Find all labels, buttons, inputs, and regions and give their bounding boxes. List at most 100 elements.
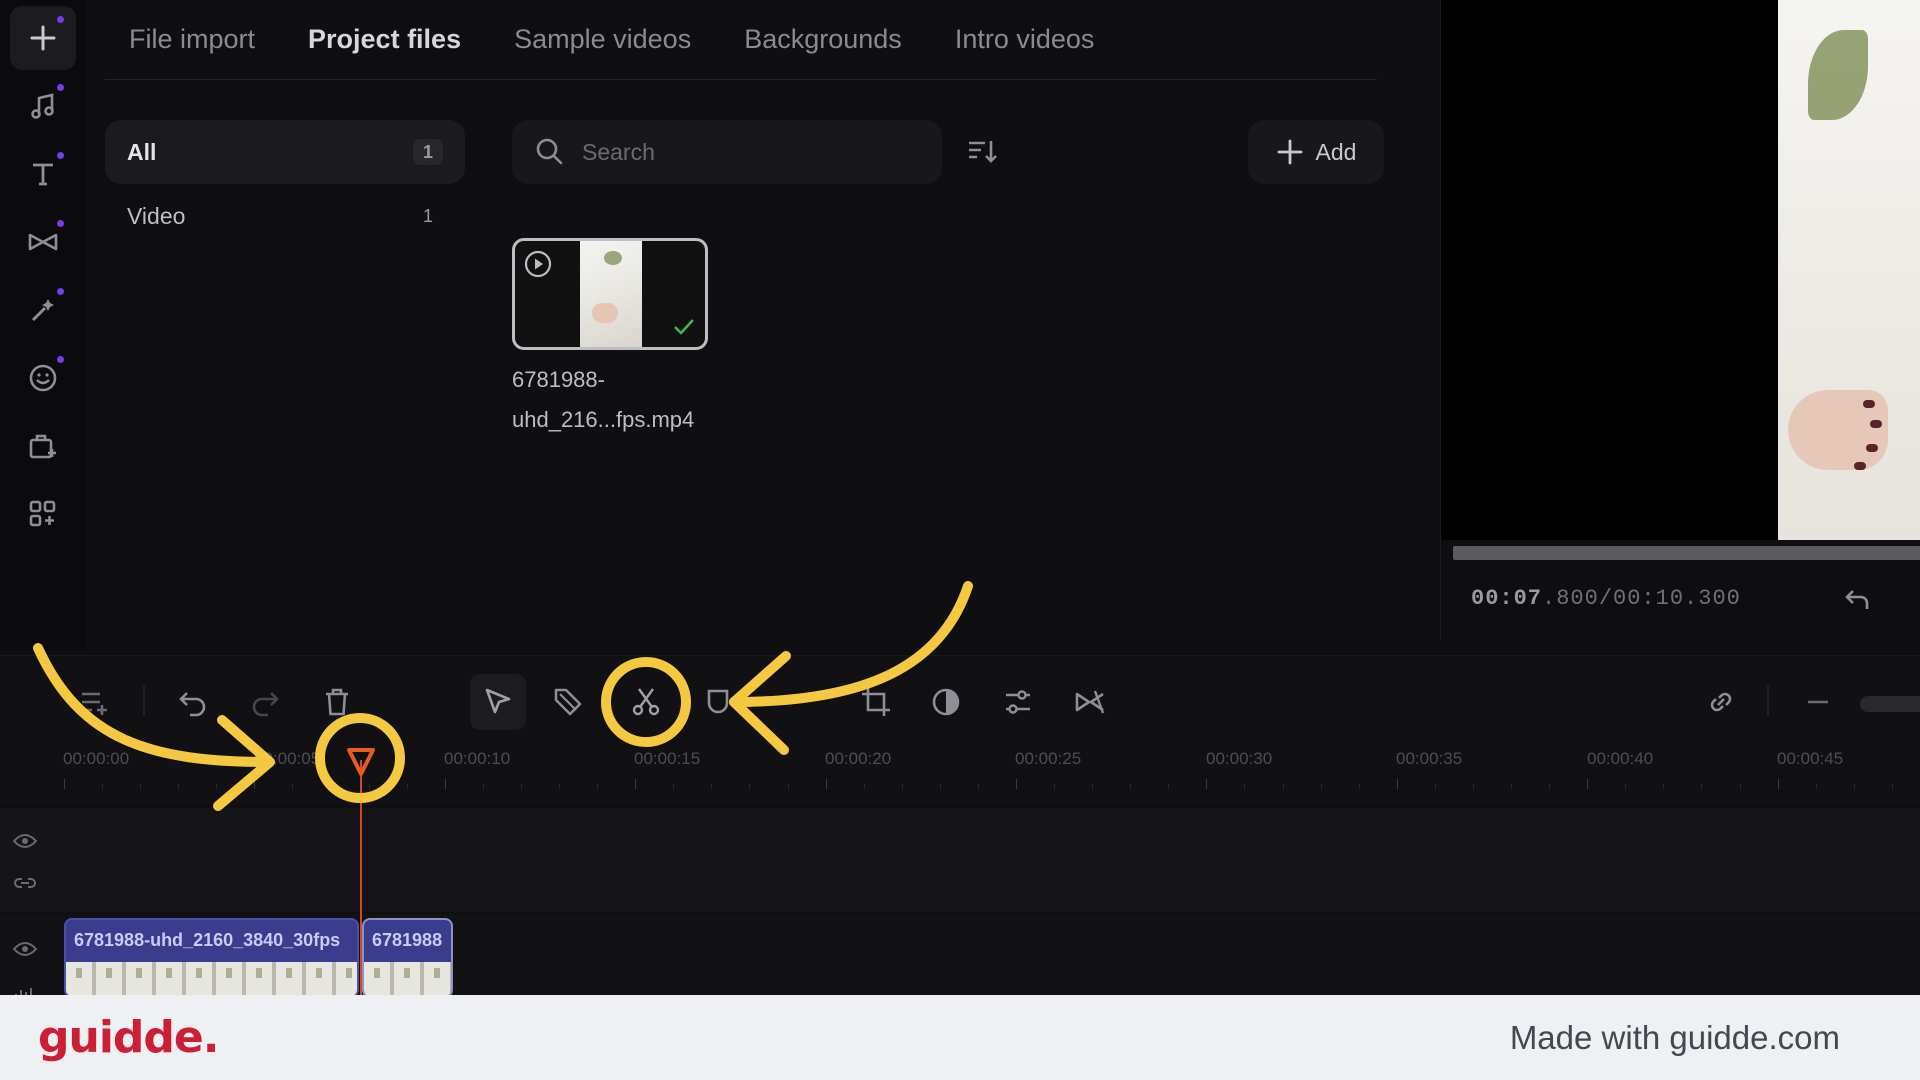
ruler-tick: [977, 784, 979, 789]
ruler-tick: [1282, 784, 1284, 789]
ruler-tick: [1815, 784, 1817, 789]
redo-icon: [252, 692, 279, 717]
tab-backgrounds[interactable]: Backgrounds: [744, 24, 902, 55]
ruler-tick: [1396, 779, 1398, 789]
ruler-tick: [939, 784, 941, 789]
ruler-label: 00:00:45: [1777, 749, 1844, 768]
rail-audio-button[interactable]: [10, 74, 76, 138]
rail-transitions-button[interactable]: [10, 210, 76, 274]
rail-stickers-button[interactable]: [10, 346, 76, 410]
rail-effects-button[interactable]: [10, 278, 76, 342]
ruler-tick: [406, 784, 408, 789]
timeline-toolbar: [0, 655, 1920, 745]
ruler-tick: [1016, 779, 1017, 789]
ruler-tick: [825, 779, 827, 789]
ruler-label: 00:00:10: [444, 749, 511, 768]
crop-icon: [862, 688, 890, 716]
ruler-tick: [216, 784, 218, 789]
undo-button[interactable]: [165, 674, 221, 730]
redo-button[interactable]: [237, 674, 293, 730]
new-indicator-dot: [57, 288, 64, 295]
new-indicator-dot: [57, 16, 64, 23]
undo-icon: [179, 692, 206, 717]
play-circle-icon: [524, 250, 552, 278]
filter-count: 1: [422, 205, 433, 226]
media-thumbnail[interactable]: [512, 238, 708, 350]
ruler-tick: [482, 784, 484, 789]
zoom-out-button[interactable]: [1790, 674, 1846, 730]
filter-all[interactable]: All 1: [105, 120, 465, 184]
video-clip[interactable]: 6781988-uhd_2160_3840_30fps: [64, 918, 359, 995]
rail-text-button[interactable]: [10, 142, 76, 206]
color-adjust-button[interactable]: [918, 674, 974, 730]
overlay-track[interactable]: [0, 808, 1920, 912]
video-clip[interactable]: 6781988: [362, 918, 453, 995]
current-time: 00:07: [1471, 586, 1543, 611]
sort-button[interactable]: [962, 132, 1002, 172]
rail-brand-kit-button[interactable]: [10, 414, 76, 478]
sliders-icon: [1006, 690, 1030, 714]
ruler-tick: [1054, 784, 1056, 789]
eye-icon[interactable]: [12, 828, 38, 854]
zoom-out-icon: [1808, 700, 1828, 704]
ruler-tick: [368, 784, 370, 789]
rail-apps-button[interactable]: [10, 482, 76, 546]
filter-video[interactable]: Video 1: [105, 184, 465, 248]
ruler-tick: [1472, 784, 1474, 789]
audio-wave-icon[interactable]: [12, 980, 38, 995]
sort-icon: [969, 141, 997, 163]
add-track-button[interactable]: [66, 674, 122, 730]
toolbar-separator: [143, 686, 145, 716]
select-tool-button[interactable]: [470, 674, 526, 730]
preview-progress-bar[interactable]: [1453, 546, 1920, 560]
apps-grid-icon: [29, 500, 56, 527]
ruler-label: 00:00:00: [63, 749, 130, 768]
tab-intro-videos[interactable]: Intro videos: [955, 24, 1095, 55]
split-button[interactable]: [618, 674, 674, 730]
ruler-tick: [1130, 784, 1132, 789]
ruler-tick: [1206, 779, 1208, 789]
transition-button[interactable]: [1062, 674, 1118, 730]
playhead-line: [360, 760, 362, 995]
ruler-tick: [901, 784, 903, 789]
adjust-settings-button[interactable]: [990, 674, 1046, 730]
delete-button[interactable]: [309, 674, 365, 730]
ruler-tick: [1092, 784, 1094, 789]
time-remainder: .800/00:10.300: [1542, 586, 1741, 611]
preview-video-canvas[interactable]: [1441, 0, 1920, 540]
ruler-tick: [1434, 784, 1436, 789]
ruler-tick: [1549, 784, 1551, 789]
add-media-button[interactable]: Add: [1248, 120, 1384, 184]
tab-project-files[interactable]: Project files: [308, 24, 461, 55]
made-with-text: Made with guidde.com: [1509, 1018, 1840, 1056]
effects-sparkle-icon: [31, 299, 54, 322]
tag-tool-button[interactable]: [540, 674, 596, 730]
rewind-icon[interactable]: [1841, 583, 1875, 617]
ruler-tick: [140, 784, 142, 789]
media-filename-line: 6781988-: [512, 367, 605, 392]
link-button[interactable]: [1693, 674, 1749, 730]
ruler-tick: [1320, 784, 1322, 789]
timeline-ruler[interactable]: 00:00:00 00:00:05 00:00:10 00:00:15 00:0…: [0, 745, 1920, 805]
playhead-handle[interactable]: [345, 744, 377, 778]
ruler-tick: [635, 779, 637, 789]
ruler-tick: [749, 784, 751, 789]
color-adjust-icon: [932, 688, 960, 716]
text-icon: [33, 163, 53, 186]
eye-icon[interactable]: [12, 936, 38, 962]
mask-button[interactable]: [690, 674, 746, 730]
brand-kit-icon: [29, 434, 56, 459]
tab-sample-videos[interactable]: Sample videos: [514, 24, 691, 55]
search-input[interactable]: [582, 138, 902, 166]
ruler-label: 00:00:05: [254, 749, 321, 768]
ruler-tick: [1587, 779, 1589, 789]
ruler-tick: [1663, 784, 1665, 789]
crop-button[interactable]: [848, 674, 904, 730]
rail-add-button[interactable]: [10, 6, 76, 70]
link-icon[interactable]: [12, 870, 38, 896]
scissors-split-icon: [632, 688, 660, 716]
zoom-slider[interactable]: [1860, 696, 1920, 712]
ruler-tick: [1511, 784, 1513, 789]
tab-file-import[interactable]: File import: [129, 24, 255, 55]
ruler-label: 00:00:40: [1587, 749, 1654, 768]
